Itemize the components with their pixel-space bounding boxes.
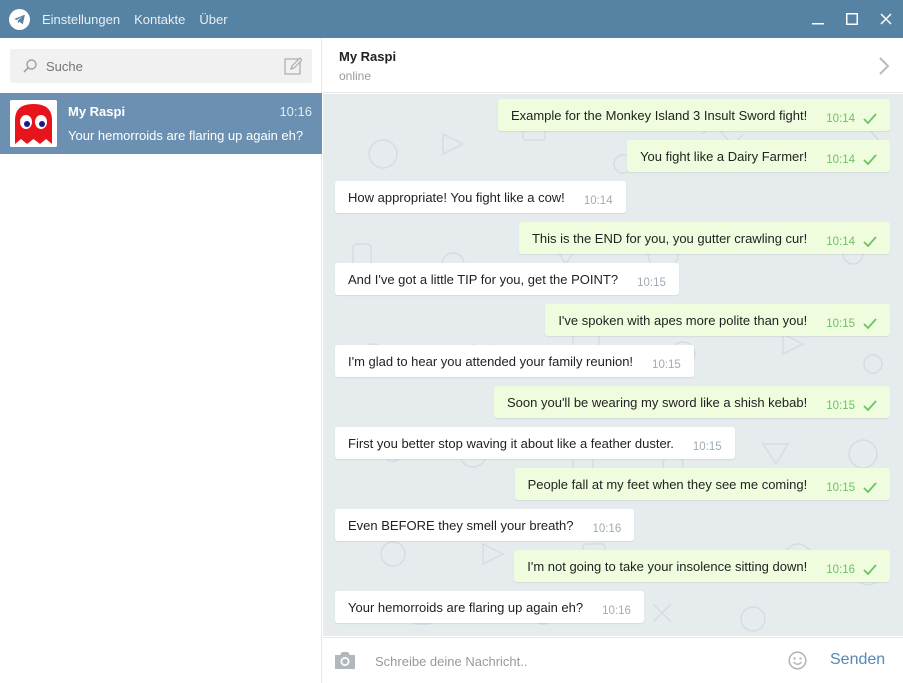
chat-header: My Raspi online (323, 38, 903, 93)
check-icon (863, 153, 877, 165)
check-icon (863, 399, 877, 411)
outgoing-message[interactable]: You fight like a Dairy Farmer! 10:14 (627, 140, 890, 172)
outgoing-message[interactable]: People fall at my feet when they see me … (514, 468, 890, 500)
close-icon[interactable] (869, 0, 903, 38)
message-time: 10:14 (826, 154, 855, 166)
peer-name[interactable]: My Raspi (339, 49, 396, 64)
message-text: How appropriate! You fight like a cow! (348, 189, 565, 205)
camera-icon[interactable] (333, 650, 357, 670)
incoming-message[interactable]: And I've got a little TIP for you, get t… (335, 263, 679, 295)
check-icon (863, 235, 877, 247)
message-time: 10:15 (637, 277, 666, 289)
outgoing-message[interactable]: I've spoken with apes more polite than y… (545, 304, 890, 336)
check-icon (863, 563, 877, 575)
search-box[interactable] (10, 49, 312, 83)
outgoing-message[interactable]: Soon you'll be wearing my sword like a s… (494, 386, 890, 418)
message-time: 10:15 (826, 318, 855, 330)
message-text: Even BEFORE they smell your breath? (348, 517, 574, 533)
message-time: 10:15 (826, 400, 855, 412)
menu-contacts[interactable]: Kontakte (134, 12, 185, 27)
emoji-icon[interactable] (788, 651, 807, 670)
telegram-icon (9, 8, 30, 30)
send-button[interactable]: Senden (830, 651, 885, 669)
check-icon (863, 481, 877, 493)
dialog-item-my-raspi[interactable]: My Raspi 10:16 Your hemorroids are flari… (0, 93, 322, 154)
incoming-message[interactable]: Even BEFORE they smell your breath? 10:16 (335, 509, 635, 541)
message-text: Example for the Monkey Island 3 Insult S… (510, 107, 808, 123)
message-time: 10:14 (583, 195, 613, 207)
message-time: 10:15 (826, 482, 855, 494)
title-bar: Einstellungen Kontakte Über (0, 0, 903, 38)
message-time: 10:15 (692, 441, 722, 453)
message-text: I'm not going to take your insolence sit… (527, 558, 808, 574)
message-time: 10:16 (602, 605, 631, 617)
message-text: Soon you'll be wearing my sword like a s… (507, 394, 808, 410)
compose-icon[interactable] (284, 57, 302, 75)
dialog-time: 10:16 (279, 104, 312, 119)
dialog-name: My Raspi (68, 104, 126, 119)
message-text: I've spoken with apes more polite than y… (558, 312, 808, 328)
incoming-message[interactable]: How appropriate! You fight like a cow! 10… (335, 181, 626, 213)
composer: Senden (323, 637, 903, 683)
message-time: 10:14 (826, 236, 855, 248)
menu-settings[interactable]: Einstellungen (42, 12, 120, 27)
outgoing-message[interactable]: Example for the Monkey Island 3 Insult S… (497, 99, 890, 131)
minimize-icon[interactable] (801, 0, 835, 38)
search-icon (23, 59, 37, 73)
check-icon (863, 112, 877, 124)
incoming-message[interactable]: I'm glad to hear you attended your famil… (335, 345, 694, 377)
check-icon (863, 317, 877, 329)
outgoing-message[interactable]: I'm not going to take your insolence sit… (514, 550, 890, 582)
chevron-right-icon[interactable] (877, 56, 891, 76)
incoming-message[interactable]: First you better stop waving it about li… (335, 427, 735, 459)
incoming-message[interactable]: Your hemorroids are flaring up again eh?… (335, 591, 644, 623)
message-history[interactable]: Example for the Monkey Island 3 Insult S… (323, 94, 903, 636)
message-time: 10:16 (592, 523, 622, 535)
message-text: This is the END for you, you gutter craw… (531, 230, 808, 246)
message-text: I'm glad to hear you attended your famil… (348, 353, 634, 369)
peer-status: online (339, 69, 372, 83)
message-text: You fight like a Dairy Farmer! (640, 148, 808, 164)
search-input[interactable] (46, 58, 266, 74)
dialogs-pane: My Raspi 10:16 Your hemorroids are flari… (0, 38, 322, 683)
message-time: 10:16 (826, 564, 855, 576)
message-text: People fall at my feet when they see me … (527, 476, 808, 492)
outgoing-message[interactable]: This is the END for you, you gutter craw… (518, 222, 890, 254)
menu-about[interactable]: Über (199, 12, 227, 27)
message-text: And I've got a little TIP for you, get t… (348, 271, 619, 287)
message-time: 10:15 (652, 359, 681, 371)
maximize-icon[interactable] (835, 0, 869, 38)
dialog-preview: Your hemorroids are flaring up again eh? (68, 128, 304, 143)
message-input[interactable] (375, 650, 775, 672)
message-text: First you better stop waving it about li… (348, 435, 674, 451)
avatar (10, 100, 57, 147)
message-text: Your hemorroids are flaring up again eh? (348, 599, 584, 615)
message-time: 10:14 (826, 113, 855, 125)
